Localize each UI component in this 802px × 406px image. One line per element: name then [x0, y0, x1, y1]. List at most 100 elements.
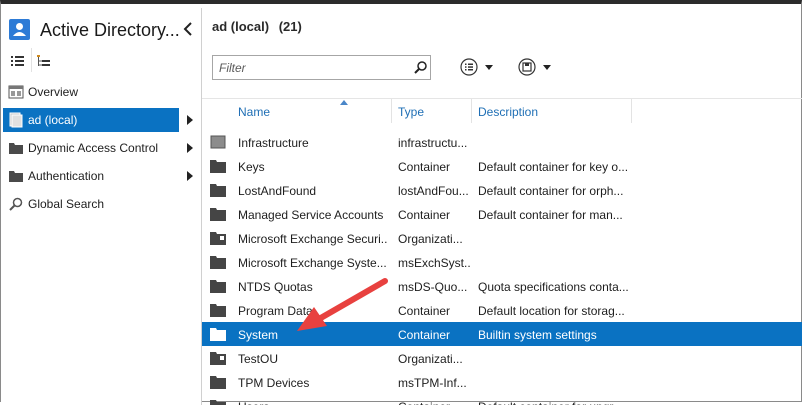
- expand-arrow-icon[interactable]: [186, 114, 194, 126]
- navigation-pane: Active Directory... Overview ad (local) …: [1, 8, 202, 405]
- table-row[interactable]: Keys Container Default container for key o…: [202, 154, 802, 178]
- cell-name: Microsoft Exchange Syste...: [238, 256, 387, 270]
- table-row[interactable]: Users Container Default container for upgr…: [202, 394, 802, 405]
- cell-description: Default container for key o...: [478, 160, 629, 174]
- cell-description: Default container for upgr...: [478, 400, 630, 405]
- nav-item-label: ad (local): [28, 113, 78, 127]
- table-row[interactable]: TPM Devices msTPM-Inf...: [202, 370, 802, 394]
- chevron-left-icon: [183, 22, 192, 36]
- cell-name: TestOU: [238, 352, 279, 366]
- cell-type: Container: [398, 208, 451, 222]
- domain-icon: [8, 112, 24, 128]
- table-row[interactable]: TestOU Organizati...: [202, 346, 802, 370]
- expand-arrow-icon[interactable]: [186, 170, 194, 182]
- column-options-button[interactable]: [458, 56, 498, 78]
- content-pane: ad (local) (21) Filter Name Type Descrip…: [202, 8, 802, 405]
- cell-description: Builtin system settings: [478, 328, 597, 342]
- nav-item-label: Authentication: [28, 169, 105, 183]
- objects-grid: Name Type Description Infrastructure infr…: [202, 98, 802, 405]
- object-count: (21): [278, 19, 302, 34]
- container-name: ad (local): [212, 19, 270, 34]
- nav-item-dynamic-access-control[interactable]: Dynamic Access Control: [3, 136, 198, 160]
- columns-icon: [460, 58, 478, 76]
- cell-type: msExchSyst...: [398, 256, 470, 270]
- cell-name: NTDS Quotas: [238, 280, 313, 294]
- cell-type: infrastructu...: [398, 136, 468, 150]
- ou-icon: [210, 231, 226, 245]
- table-row[interactable]: Infrastructure infrastructu...: [202, 130, 802, 154]
- table-row[interactable]: Managed Service Accounts Container Default…: [202, 202, 802, 226]
- column-header-type[interactable]: Type: [392, 99, 472, 123]
- table-row[interactable]: Microsoft Exchange Syste... msExchSyst...: [202, 250, 802, 274]
- folder-icon: [210, 303, 226, 317]
- builtin-domain-icon: [210, 135, 226, 149]
- folder-icon: [210, 207, 226, 221]
- nav-item-label: Overview: [28, 85, 79, 99]
- save-query-button[interactable]: [516, 56, 556, 78]
- cell-name: Microsoft Exchange Securi...: [238, 232, 388, 246]
- cell-name: System: [238, 328, 279, 342]
- search-icon: [8, 196, 24, 212]
- filter-input[interactable]: [217, 59, 407, 76]
- overview-icon: [8, 84, 24, 100]
- ou-icon: [210, 351, 226, 365]
- folder-icon: [210, 327, 226, 341]
- list-view-icon[interactable]: [10, 53, 26, 69]
- cell-name: Program Data: [238, 304, 313, 318]
- table-row[interactable]: System Container Builtin system settings: [202, 322, 802, 346]
- table-row[interactable]: Microsoft Exchange Securi... Organizati..…: [202, 226, 802, 250]
- dropdown-arrow-icon: [485, 65, 493, 70]
- cell-description: Default container for orph...: [478, 184, 624, 198]
- cell-type: lostAndFou...: [398, 184, 469, 198]
- folder-icon: [210, 279, 226, 293]
- folder-icon: [210, 375, 226, 389]
- nav-item-label: Dynamic Access Control: [28, 141, 159, 155]
- cell-name: Managed Service Accounts: [238, 208, 384, 222]
- nav-title-row: Active Directory...: [1, 14, 201, 44]
- nav-item-authentication[interactable]: Authentication: [3, 164, 198, 188]
- cell-description: Default container for man...: [478, 208, 623, 222]
- cell-name: Infrastructure: [238, 136, 309, 150]
- cell-type: msDS-Quo...: [398, 280, 468, 294]
- folder-icon: [210, 255, 226, 269]
- nav-item-overview[interactable]: Overview: [3, 80, 198, 104]
- cell-type: Container: [398, 400, 470, 405]
- cell-description: Quota specifications conta...: [478, 280, 629, 294]
- collapse-nav-button[interactable]: [181, 20, 197, 38]
- save-icon: [518, 58, 536, 76]
- folder-icon: [210, 183, 226, 197]
- sort-ascending-icon: [340, 100, 348, 105]
- cell-name: Users: [238, 400, 388, 405]
- view-toggle-separator: [31, 48, 32, 72]
- cell-name: LostAndFound: [238, 184, 317, 198]
- column-header-name[interactable]: Name: [232, 99, 392, 123]
- cell-type: msTPM-Inf...: [398, 376, 467, 390]
- nav-item-label: Global Search: [28, 197, 105, 211]
- search-icon[interactable]: [413, 60, 428, 75]
- table-row[interactable]: Program Data Container Default location fo…: [202, 298, 802, 322]
- cell-type: Organizati...: [398, 232, 463, 246]
- folder-icon: [8, 168, 24, 184]
- dropdown-arrow-icon: [543, 65, 551, 70]
- cell-type: Container: [398, 160, 451, 174]
- grid-header: Name Type Description: [202, 99, 802, 123]
- nav-item-global-search[interactable]: Global Search: [3, 192, 198, 216]
- page-title: ad (local) (21): [212, 19, 302, 34]
- table-row[interactable]: LostAndFound lostAndFou... Default contain…: [202, 178, 802, 202]
- cell-type: Organizati...: [398, 352, 463, 366]
- cell-description: Default location for storag...: [478, 304, 625, 318]
- table-row[interactable]: NTDS Quotas msDS-Quo... Quota specificatio…: [202, 274, 802, 298]
- folder-icon: [210, 399, 226, 405]
- expand-arrow-icon[interactable]: [186, 142, 194, 154]
- cell-type: Container: [398, 328, 451, 342]
- app-title: Active Directory...: [40, 20, 180, 40]
- nav-item-ad-local[interactable]: ad (local): [3, 108, 198, 132]
- column-header-description[interactable]: Description: [472, 99, 632, 123]
- app-window: Active Directory... Overview ad (local) …: [0, 0, 802, 405]
- tree-view-icon[interactable]: [36, 53, 52, 69]
- filter-box: [212, 55, 431, 80]
- cell-type: Container: [398, 304, 451, 318]
- cell-name: TPM Devices: [238, 376, 310, 390]
- active-directory-icon: [9, 19, 30, 40]
- folder-icon: [8, 140, 24, 156]
